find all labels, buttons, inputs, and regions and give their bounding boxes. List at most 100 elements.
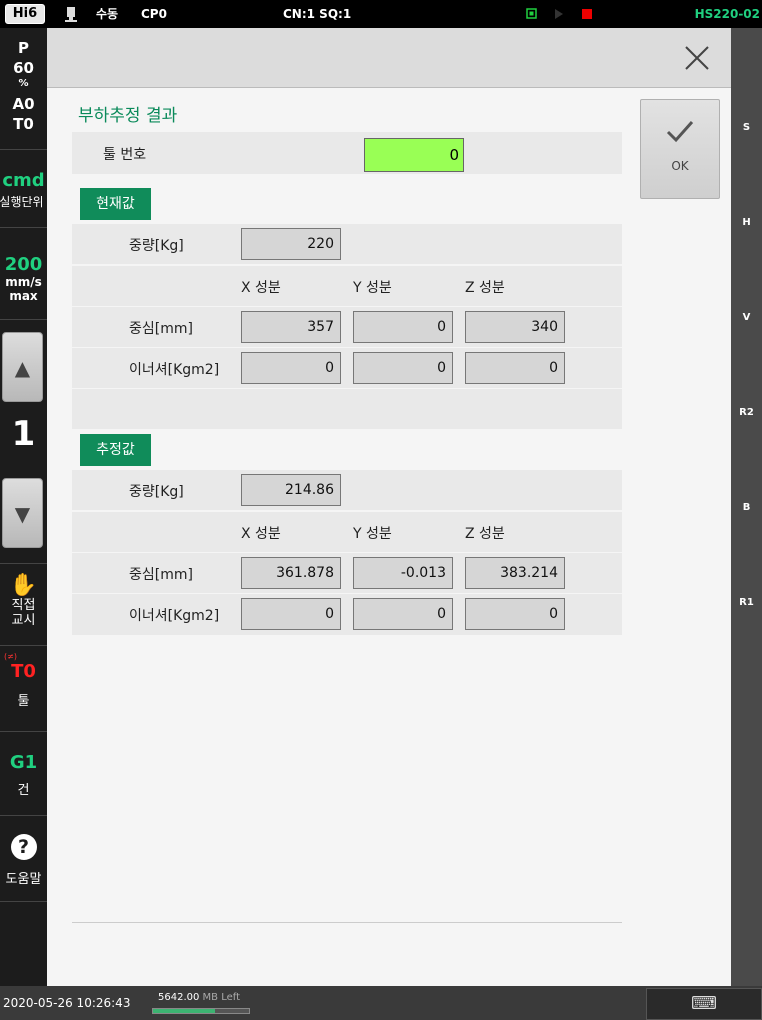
bottom-bar: 2020-05-26 10:26:43 5642.00 MB Left ⌨ [0,986,762,1020]
tool-indicator: (≠) [4,652,17,661]
center-label: 중심[mm] [129,567,193,583]
gun-value: G1 [9,752,38,773]
tool-label: 툴 [17,694,30,709]
estimated-weight-field: 214.86 [241,474,341,506]
keyboard-button[interactable]: ⌨ [646,988,762,1020]
hand-icon: ✋ [9,573,38,598]
col-z-header: Z 성분 [465,526,505,542]
current-weight-row: 중량[Kg] 220 [72,224,622,264]
tool-number-input[interactable]: 0 [364,138,464,172]
direct-teach-button[interactable]: ✋ 직접 교시 [0,563,47,646]
step-value: 1 [11,414,36,454]
cn-sq-label: CN:1 SQ:1 [283,7,352,21]
estimated-inertia-y-field: 0 [353,598,453,630]
estimated-inertia-x-field: 0 [241,598,341,630]
cmd-label: cmd [2,170,45,191]
load-estimation-dialog: 부하추정 결과 OK 툴 번호 0 현재값 중량[Kg] 220 X 성분 Y … [47,28,731,986]
current-inertia-z-field: 0 [465,352,565,384]
current-center-x-field: 357 [241,311,341,343]
current-center-row: 중심[mm] 357 0 340 [72,307,622,347]
datetime: 2020-05-26 10:26:43 [3,996,131,1010]
tool-number-row: 툴 번호 [72,132,622,174]
status-bar: Hi6 수동 CP0 CN:1 SQ:1 HS220-02 [0,0,762,28]
axis-h-button[interactable]: H [731,217,762,228]
memory-status: 5642.00 MB Left [158,992,240,1003]
memory-bar-fill [153,1009,216,1013]
current-spacer-row [72,389,622,429]
col-x-header: X 성분 [241,526,281,542]
speed-unit: mm/s [5,275,42,289]
axis-v-button[interactable]: V [731,312,762,323]
col-y-header: Y 성분 [353,280,392,296]
center-label: 중심[mm] [129,321,193,337]
speed-max: max [9,289,38,303]
stop-icon [582,9,592,19]
tool-value: T0 [11,661,36,682]
step-up-button[interactable]: ▲ [2,332,43,402]
divider [72,922,622,923]
current-inertia-row: 이너셔[Kgm2] 0 0 0 [72,348,622,388]
weight-label: 중량[Kg] [129,484,184,500]
inertia-label: 이너셔[Kgm2] [129,362,220,378]
hi6-badge[interactable]: Hi6 [5,4,45,24]
axis-s-button[interactable]: S [731,122,762,133]
estimated-inertia-z-field: 0 [465,598,565,630]
ok-button[interactable]: OK [640,99,720,199]
tool-number-label: 툴 번호 [103,147,147,163]
col-x-header: X 성분 [241,280,281,296]
teach-pendant-icon [64,0,80,28]
speed-button[interactable]: 200 mm/s max [0,228,47,320]
estimated-values-badge: 추정값 [80,434,151,466]
weight-label: 중량[Kg] [129,238,184,254]
axis-r2-button[interactable]: R2 [731,407,762,418]
speed-value: 200 [4,254,43,275]
gun-button[interactable]: G1 건 [0,732,47,816]
memory-unit: MB Left [202,992,241,1003]
ok-label: OK [671,159,689,173]
estimated-inertia-row: 이너셔[Kgm2] 0 0 0 [72,594,622,635]
gun-label: 건 [17,783,30,798]
tool-button[interactable]: (≠) T0 툴 [0,646,47,732]
current-center-z-field: 340 [465,311,565,343]
estimated-weight-row: 중량[Kg] 214.86 [72,470,622,510]
teach-label-1: 직접 [11,598,36,613]
robot-model: HS220-02 [694,7,760,21]
check-icon [641,118,719,153]
col-z-header: Z 성분 [465,280,505,296]
current-header-row: X 성분 Y 성분 Z 성분 [72,266,622,306]
dialog-title: 부하추정 결과 [78,106,178,126]
current-values-badge: 현재값 [80,188,151,220]
axis-b-button[interactable]: B [731,502,762,513]
arrow-down-icon: ▼ [14,502,31,526]
run-status-indicators [526,0,596,28]
inertia-label: 이너셔[Kgm2] [129,608,220,624]
current-inertia-x-field: 0 [241,352,341,384]
help-icon: ? [10,834,37,860]
estimated-center-y-field: -0.013 [353,557,453,589]
keyboard-icon: ⌨ [691,993,717,1014]
axis-r1-button[interactable]: R1 [731,597,762,608]
help-button[interactable]: ? 도움말 [0,816,47,902]
position-status[interactable]: P 60 % A0 T0 [0,28,47,150]
current-inertia-y-field: 0 [353,352,453,384]
p-unit: % [18,78,29,89]
estimated-header-row: X 성분 Y 성분 Z 성분 [72,512,622,552]
right-panel: S H V R2 B R1 [731,28,762,986]
estimated-center-x-field: 361.878 [241,557,341,589]
memory-bar [152,1008,250,1014]
cmd-unit-button[interactable]: cmd 실행단위 [0,150,47,228]
col-y-header: Y 성분 [353,526,392,542]
estimated-center-row: 중심[mm] 361.878 -0.013 383.214 [72,553,622,593]
close-icon [685,46,709,70]
dialog-header [47,28,731,88]
program-label: CP0 [141,7,167,21]
close-button[interactable] [681,42,713,74]
p-value: 60 [13,59,34,77]
current-weight-field: 220 [241,228,341,260]
arrow-up-icon: ▲ [14,356,31,380]
left-panel: P 60 % A0 T0 cmd 실행단위 200 mm/s max ▲ 1 ▼… [0,28,47,986]
teach-label-2: 교시 [11,613,36,628]
current-center-y-field: 0 [353,311,453,343]
step-down-button[interactable]: ▼ [2,478,43,548]
cmd-sub-label: 실행단위 [0,195,44,209]
